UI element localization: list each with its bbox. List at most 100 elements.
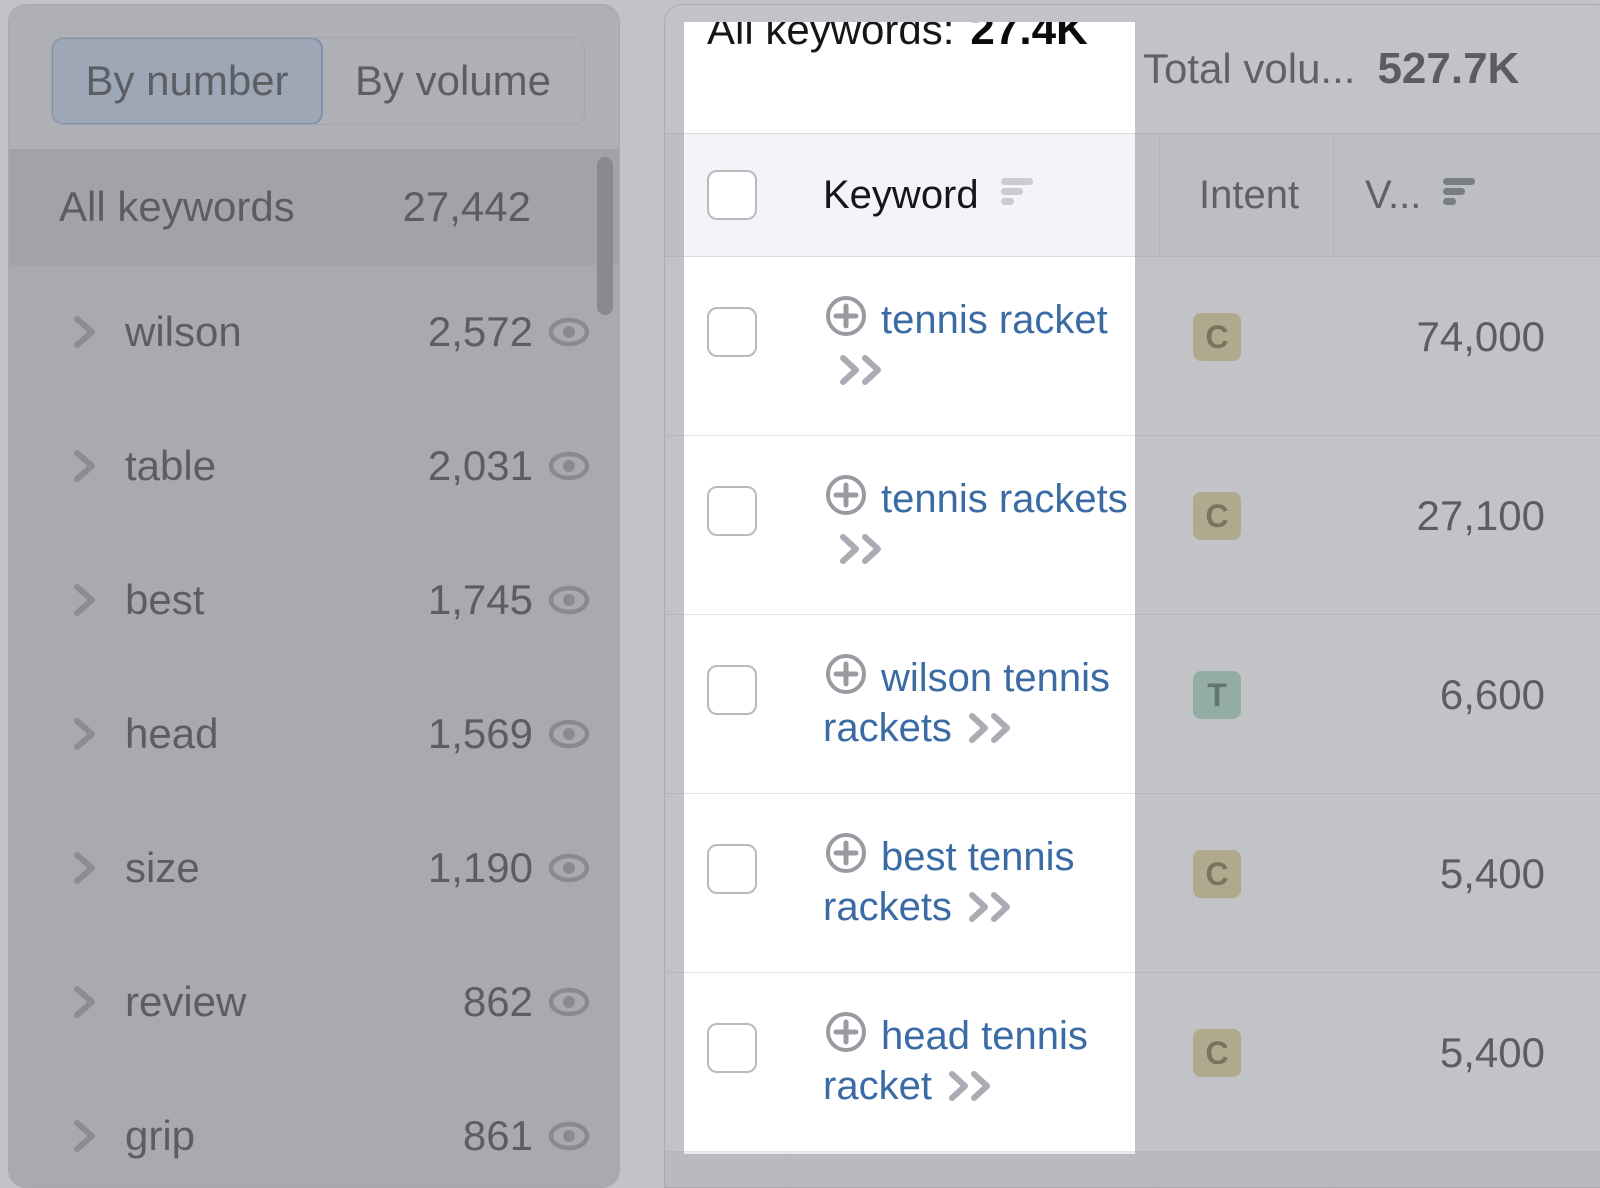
list-item[interactable]: grip 861 xyxy=(9,1069,619,1187)
chevron-right-icon[interactable] xyxy=(71,984,101,1020)
segment-by-number-label: By number xyxy=(85,57,289,104)
volume-cell: 74,000 xyxy=(1416,313,1545,360)
table-row[interactable]: tennis racket C 74,000 xyxy=(665,257,1600,436)
stat-total-volume: Total volu... 527.7K xyxy=(1143,44,1519,94)
status-badge[interactable]: C xyxy=(1193,492,1241,540)
table-row[interactable]: best tennis rackets C 5,400 xyxy=(665,794,1600,973)
chevron-right-icon[interactable] xyxy=(71,716,101,752)
add-keyword-icon[interactable] xyxy=(823,651,869,706)
ui-layer: By number By volume All keywords 27,442 … xyxy=(0,0,1600,1188)
column-header-volume[interactable]: V... xyxy=(1365,134,1479,256)
table-row[interactable]: head tennis racket C 5,400 xyxy=(665,973,1600,1152)
group-label: head xyxy=(125,710,219,757)
group-count: 2,031 xyxy=(427,442,533,489)
sidebar-item-all-keywords[interactable]: All keywords 27,442 xyxy=(9,149,619,265)
keyword-cell: best tennis rackets xyxy=(823,830,1173,933)
chevron-right-icon[interactable] xyxy=(71,582,101,618)
chevron-right-icon[interactable] xyxy=(71,448,101,484)
segmented-control[interactable]: By number By volume xyxy=(51,37,585,125)
column-header-intent-label: Intent xyxy=(1199,172,1300,217)
table-row[interactable]: tennis rackets C 27,100 xyxy=(665,436,1600,615)
keyword-link[interactable]: tennis rackets xyxy=(881,477,1128,521)
intent-cell: C xyxy=(1193,313,1241,361)
segment-by-volume[interactable]: By volume xyxy=(322,38,584,124)
table-header-row: Keyword Intent V... xyxy=(665,133,1600,257)
keyword-cell: wilson tennis rackets xyxy=(823,651,1173,754)
sort-icon-active[interactable] xyxy=(1439,173,1479,218)
sidebar-scrollbar-thumb[interactable] xyxy=(597,157,613,315)
group-count: 861 xyxy=(462,1112,533,1159)
group-count: 862 xyxy=(462,978,533,1025)
double-chevron-right-icon[interactable] xyxy=(966,710,1018,754)
status-badge[interactable]: T xyxy=(1193,671,1241,719)
eye-icon[interactable] xyxy=(547,310,591,354)
checkbox-box[interactable] xyxy=(707,170,757,220)
all-keywords-label: All keywords xyxy=(59,183,295,230)
list-item[interactable]: best 1,745 xyxy=(9,533,619,667)
column-header-keyword[interactable]: Keyword xyxy=(823,134,1037,256)
screenshot-root: By number By volume All keywords 27,442 … xyxy=(0,0,1600,1188)
volume-cell: 5,400 xyxy=(1439,1029,1545,1076)
sort-mode-toolbar: By number By volume xyxy=(9,5,619,149)
keyword-link[interactable]: tennis racket xyxy=(881,298,1108,342)
list-item[interactable]: size 1,190 xyxy=(9,801,619,935)
column-header-intent[interactable]: Intent xyxy=(1199,134,1299,256)
chevron-right-icon[interactable] xyxy=(71,314,101,350)
volume-cell: 27,100 xyxy=(1416,492,1545,539)
column-header-keyword-label: Keyword xyxy=(823,172,979,217)
volume-cell: 5,400 xyxy=(1439,850,1545,897)
intent-cell: C xyxy=(1193,492,1241,540)
stat-total-volume-value: 527.7K xyxy=(1377,44,1520,93)
eye-icon[interactable] xyxy=(547,846,591,890)
eye-icon[interactable] xyxy=(547,578,591,622)
group-count: 1,190 xyxy=(427,844,533,891)
eye-icon[interactable] xyxy=(547,980,591,1024)
intent-cell: C xyxy=(1193,1029,1241,1077)
row-checkbox[interactable] xyxy=(707,1023,757,1073)
group-label: best xyxy=(125,576,205,623)
keyword-cell: tennis racket xyxy=(823,293,1173,396)
intent-cell: C xyxy=(1193,850,1241,898)
column-header-volume-label: V... xyxy=(1365,172,1422,217)
status-badge[interactable]: C xyxy=(1193,850,1241,898)
all-keywords-count: 27,442 xyxy=(402,183,531,230)
select-all-checkbox[interactable] xyxy=(707,134,757,256)
double-chevron-right-icon[interactable] xyxy=(966,889,1018,933)
intent-cell: T xyxy=(1193,671,1241,719)
group-label: grip xyxy=(125,1112,196,1159)
group-label: wilson xyxy=(125,308,242,355)
keywords-table-body: tennis racket C 74,000 tennis rackets C … xyxy=(665,257,1600,1152)
double-chevron-right-icon[interactable] xyxy=(946,1068,998,1112)
status-badge[interactable]: C xyxy=(1193,313,1241,361)
list-item[interactable]: head 1,569 xyxy=(9,667,619,801)
add-keyword-icon[interactable] xyxy=(823,1009,869,1064)
segment-by-number[interactable]: By number xyxy=(52,38,323,124)
group-label: review xyxy=(125,978,247,1025)
segment-by-volume-label: By volume xyxy=(354,57,552,104)
list-item[interactable]: table 2,031 xyxy=(9,399,619,533)
chevron-right-icon[interactable] xyxy=(71,850,101,886)
row-checkbox[interactable] xyxy=(707,844,757,894)
double-chevron-right-icon[interactable] xyxy=(837,531,889,575)
status-badge[interactable]: C xyxy=(1193,1029,1241,1077)
column-divider xyxy=(1159,134,1160,256)
list-item[interactable]: wilson 2,572 xyxy=(9,265,619,399)
column-divider xyxy=(1333,134,1334,256)
row-checkbox[interactable] xyxy=(707,307,757,357)
add-keyword-icon[interactable] xyxy=(823,472,869,527)
add-keyword-icon[interactable] xyxy=(823,293,869,348)
double-chevron-right-icon[interactable] xyxy=(837,352,889,396)
column-divider xyxy=(789,134,790,256)
eye-icon[interactable] xyxy=(547,1114,591,1158)
chevron-right-icon[interactable] xyxy=(71,1118,101,1154)
eye-icon[interactable] xyxy=(547,712,591,756)
row-checkbox[interactable] xyxy=(707,665,757,715)
table-row[interactable]: wilson tennis rackets T 6,600 xyxy=(665,615,1600,794)
add-keyword-icon[interactable] xyxy=(823,830,869,885)
row-checkbox[interactable] xyxy=(707,486,757,536)
list-item[interactable]: review 862 xyxy=(9,935,619,1069)
eye-icon[interactable] xyxy=(547,444,591,488)
group-count: 1,745 xyxy=(427,576,533,623)
sort-icon[interactable] xyxy=(997,173,1037,218)
volume-cell: 6,600 xyxy=(1439,671,1545,718)
